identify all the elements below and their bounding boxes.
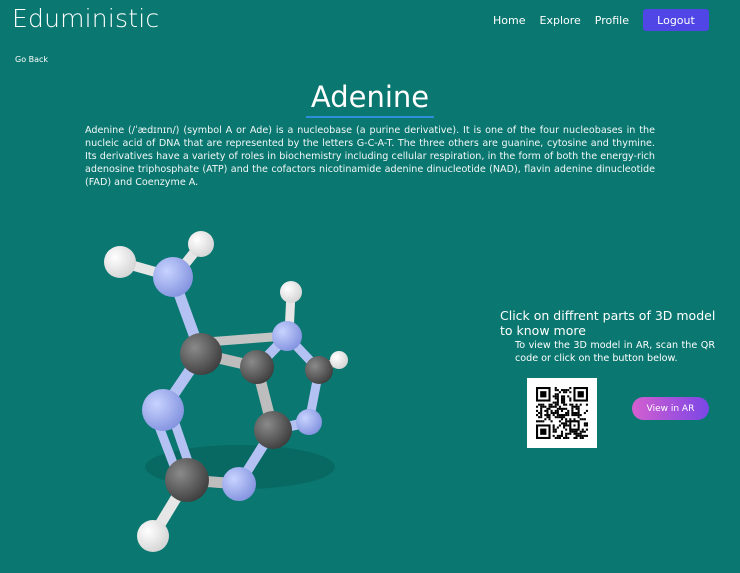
nitrogen-atom[interactable]: [153, 257, 193, 297]
hydrogen-atom[interactable]: [330, 351, 348, 369]
qr-code: [527, 378, 597, 448]
page-title: Adenine: [305, 80, 435, 118]
hydrogen-atom[interactable]: [280, 281, 302, 303]
hydrogen-atom[interactable]: [137, 520, 169, 552]
nitrogen-atom[interactable]: [296, 409, 322, 435]
carbon-atom[interactable]: [305, 356, 333, 384]
top-nav: Home Explore Profile Logout: [479, 9, 709, 31]
nav-explore[interactable]: Explore: [540, 14, 581, 27]
info-heading: Click on diffrent parts of 3D model to k…: [500, 308, 716, 338]
description-text: Adenine (/ˈædɪnɪn/) (symbol A or Ade) is…: [85, 125, 655, 188]
carbon-atom[interactable]: [240, 350, 274, 384]
logout-button[interactable]: Logout: [643, 9, 709, 31]
view-in-ar-button[interactable]: View in AR: [632, 397, 709, 420]
nitrogen-atom[interactable]: [222, 467, 256, 501]
hydrogen-atom[interactable]: [104, 246, 136, 278]
nav-profile[interactable]: Profile: [595, 14, 629, 27]
title-wrap: Adenine: [0, 80, 740, 118]
nav-home[interactable]: Home: [493, 14, 525, 27]
carbon-atom[interactable]: [180, 333, 222, 375]
qr-code-icon: [536, 387, 588, 439]
nitrogen-atom[interactable]: [142, 389, 184, 431]
hydrogen-atom[interactable]: [188, 231, 214, 257]
info-subtext: To view the 3D model in AR, scan the QR …: [515, 340, 715, 364]
carbon-atom[interactable]: [165, 458, 209, 502]
go-back-link[interactable]: Go Back: [15, 55, 48, 64]
nitrogen-atom[interactable]: [272, 321, 302, 351]
molecule-3d-viewer[interactable]: [85, 222, 385, 562]
carbon-atom[interactable]: [254, 411, 292, 449]
brand-logo[interactable]: Eduministic: [12, 4, 159, 33]
